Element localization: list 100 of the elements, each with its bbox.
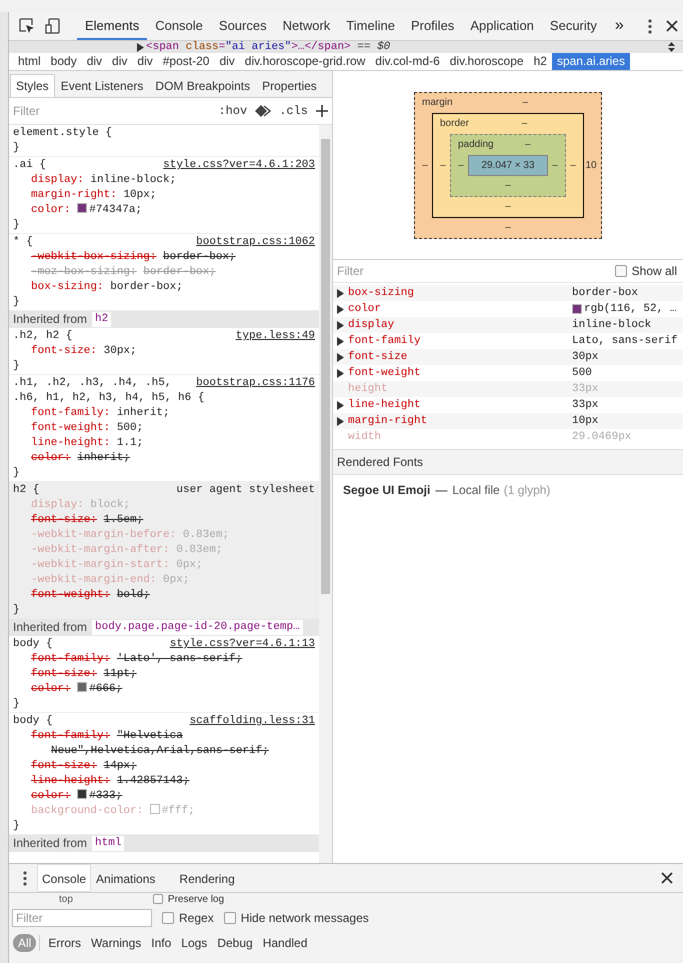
property-name[interactable]: display bbox=[348, 319, 394, 331]
css-declaration[interactable]: margin-right: 10px; bbox=[13, 188, 315, 203]
source-link[interactable]: bootstrap.css:1176 bbox=[196, 376, 315, 391]
drawer-tab[interactable]: Animations bbox=[91, 864, 160, 892]
element-link[interactable]: html bbox=[92, 836, 124, 851]
color-swatch[interactable] bbox=[77, 682, 88, 692]
css-declaration[interactable]: font-size: 30px; bbox=[13, 344, 315, 359]
property-name[interactable]: font-size bbox=[348, 351, 408, 363]
computed-row[interactable]: box-sizing border-box bbox=[333, 285, 683, 301]
device-icon[interactable] bbox=[45, 18, 61, 34]
source-link[interactable]: bootstrap.css:1062 bbox=[196, 235, 315, 250]
source-link[interactable]: style.css?ver=4.6.1:13 bbox=[170, 637, 315, 652]
color-swatch[interactable] bbox=[150, 804, 160, 814]
computed-row[interactable]: margin-right 10px bbox=[333, 413, 683, 429]
option-checkbox[interactable]: Regex bbox=[162, 911, 214, 925]
panel-tab[interactable]: Console bbox=[147, 12, 211, 40]
property-name[interactable]: color bbox=[348, 303, 382, 315]
show-all-checkbox[interactable]: Show all bbox=[614, 264, 677, 278]
property-name[interactable]: font-weight bbox=[348, 367, 421, 379]
filter-field[interactable]: Filter bbox=[13, 104, 210, 118]
property-name[interactable]: color: bbox=[31, 790, 71, 802]
computed-row[interactable]: color rgb(116, 52, … bbox=[333, 301, 683, 317]
breadcrumb[interactable]: html bbox=[13, 53, 46, 70]
property-value[interactable]: #333; bbox=[89, 790, 122, 802]
computed-row[interactable]: font-family Lato, sans-serif bbox=[333, 333, 683, 349]
css-declaration[interactable]: font-family: 'Lato', sans-serif; bbox=[13, 652, 315, 667]
panel-tab[interactable]: Security bbox=[542, 12, 605, 40]
source-link[interactable]: scaffolding.less:31 bbox=[190, 714, 315, 729]
more-tabs-button[interactable]: » bbox=[604, 17, 634, 35]
class-button[interactable]: .cls bbox=[279, 104, 308, 118]
sidebar-tab[interactable]: Event Listeners bbox=[54, 74, 150, 97]
color-swatch[interactable] bbox=[572, 304, 582, 314]
css-declaration[interactable]: line-height: 1.1; bbox=[13, 436, 315, 451]
css-declaration[interactable]: -webkit-box-sizing: border-box; bbox=[13, 250, 315, 265]
css-declaration[interactable]: box-sizing: border-box; bbox=[13, 280, 315, 295]
level-filter[interactable]: Handled bbox=[258, 934, 312, 952]
preserve-log-checkbox[interactable]: Preserve log bbox=[152, 894, 224, 904]
scrollbar[interactable] bbox=[319, 125, 332, 863]
drawer-tab[interactable]: Console bbox=[37, 864, 92, 892]
source-link[interactable]: style.css?ver=4.6.1:203 bbox=[163, 158, 315, 173]
css-declaration[interactable]: font-weight: 500; bbox=[13, 421, 315, 436]
context-selector[interactable]: top bbox=[59, 894, 73, 904]
property-name[interactable]: line-height bbox=[348, 399, 421, 411]
css-declaration[interactable]: line-height: 1.42857143; bbox=[13, 774, 315, 789]
filter-field[interactable]: Filter bbox=[12, 909, 152, 927]
close-icon[interactable] bbox=[661, 872, 673, 884]
level-filter[interactable]: Errors bbox=[43, 934, 86, 952]
diamond-icon[interactable] bbox=[255, 105, 272, 117]
breadcrumb[interactable]: h2 bbox=[528, 53, 552, 70]
breadcrumb[interactable]: body bbox=[46, 53, 82, 70]
property-name[interactable]: margin-right bbox=[348, 415, 428, 427]
css-declaration[interactable]: color: inherit; bbox=[13, 451, 315, 466]
breadcrumb[interactable]: div bbox=[107, 53, 132, 70]
element-link[interactable]: h2 bbox=[92, 312, 112, 327]
breadcrumb[interactable]: div.horoscope-grid.row bbox=[240, 53, 370, 70]
sidebar-tab[interactable]: Properties bbox=[256, 74, 323, 97]
inspect-icon[interactable] bbox=[19, 18, 35, 34]
property-value[interactable]: #666; bbox=[89, 683, 122, 695]
level-filter[interactable]: Info bbox=[146, 934, 176, 952]
breadcrumb[interactable]: span.ai.aries bbox=[552, 53, 630, 70]
property-name[interactable]: font-family bbox=[348, 335, 421, 347]
drawer-tab[interactable]: Rendering bbox=[174, 864, 240, 892]
breadcrumb[interactable]: div bbox=[214, 53, 240, 70]
sidebar-tab[interactable]: DOM Breakpoints bbox=[149, 74, 256, 97]
panel-tab[interactable]: Sources bbox=[210, 12, 275, 40]
panel-tab[interactable]: Profiles bbox=[402, 12, 462, 40]
source-link[interactable]: type.less:49 bbox=[236, 329, 315, 344]
css-declaration[interactable]: font-size: 14px; bbox=[13, 759, 315, 774]
computed-row[interactable]: font-weight 500 bbox=[333, 365, 683, 381]
css-declaration[interactable]: font-family: "Helvetica Neue",Helvetica,Arial,sans-serif; bbox=[13, 729, 315, 759]
option-checkbox[interactable]: Hide network messages bbox=[224, 911, 369, 925]
css-declaration[interactable]: font-size: 11pt; bbox=[13, 667, 315, 682]
panel-tab[interactable]: Application bbox=[462, 12, 542, 40]
css-declaration[interactable]: font-family: inherit; bbox=[13, 406, 315, 421]
breadcrumb[interactable]: div.horoscope bbox=[444, 53, 529, 70]
breadcrumb[interactable]: div.col-md-6 bbox=[370, 53, 445, 70]
breadcrumb[interactable]: div bbox=[82, 53, 108, 70]
panel-tab[interactable]: Timeline bbox=[338, 12, 403, 40]
level-filter[interactable]: Warnings bbox=[86, 934, 146, 952]
element-link[interactable]: body.page.page-id-20.page-temp… bbox=[92, 620, 303, 635]
breadcrumb[interactable]: div bbox=[132, 53, 158, 70]
property-name[interactable]: box-sizing bbox=[348, 287, 414, 299]
color-swatch[interactable] bbox=[77, 203, 88, 213]
css-declaration[interactable]: font-weight: bold; bbox=[13, 588, 315, 603]
close-icon[interactable] bbox=[666, 20, 678, 32]
color-swatch[interactable] bbox=[77, 789, 88, 799]
level-filter[interactable]: Debug bbox=[212, 934, 258, 952]
menu-icon[interactable] bbox=[648, 18, 652, 34]
css-declaration[interactable]: display: inline-block; bbox=[13, 173, 315, 188]
menu-icon[interactable] bbox=[23, 870, 27, 886]
property-name[interactable]: color: bbox=[31, 683, 71, 695]
filter-field[interactable]: Filter bbox=[337, 264, 615, 278]
property-name[interactable]: color: bbox=[31, 204, 71, 216]
level-filter[interactable]: Logs bbox=[176, 934, 212, 952]
panel-tab[interactable]: Network bbox=[274, 12, 338, 40]
plus-icon[interactable] bbox=[316, 105, 328, 117]
computed-row[interactable]: display inline-block bbox=[333, 317, 683, 333]
computed-row[interactable]: font-size 30px bbox=[333, 349, 683, 365]
expand-triangle-icon[interactable] bbox=[137, 42, 144, 52]
css-declaration[interactable]: font-size: 1.5em; bbox=[13, 513, 315, 528]
